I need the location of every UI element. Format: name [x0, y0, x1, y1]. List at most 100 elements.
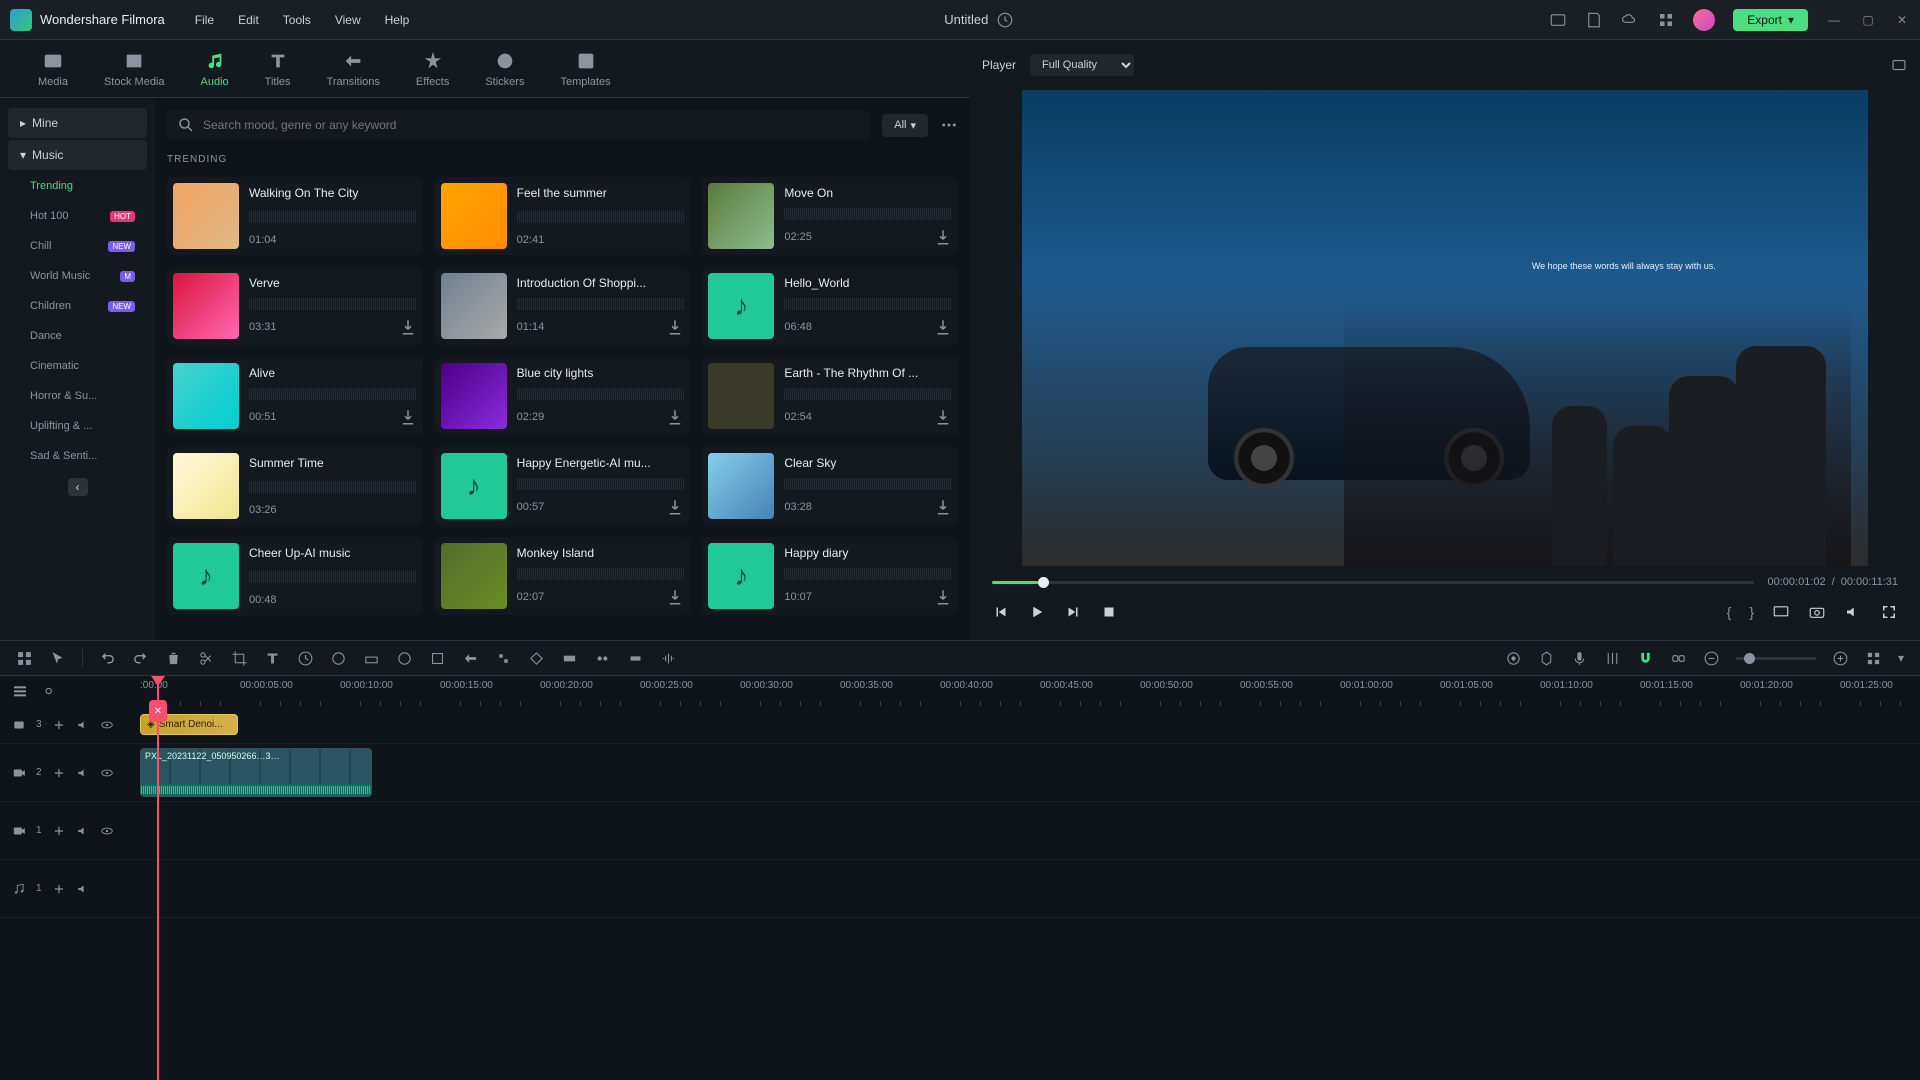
tool-b-icon[interactable] — [429, 650, 446, 667]
download-icon[interactable] — [666, 408, 684, 426]
audio-wave-icon[interactable] — [660, 650, 677, 667]
stop-icon[interactable] — [1100, 603, 1118, 621]
keyframe-icon[interactable] — [528, 650, 545, 667]
maximize-icon[interactable]: ▢ — [1860, 12, 1876, 28]
download-icon[interactable] — [934, 228, 952, 246]
frame-back-icon[interactable] — [992, 603, 1010, 621]
mark-in-icon[interactable]: { — [1727, 604, 1732, 620]
timeline-ruler[interactable]: :00:0000:00:05:0000:00:10:0000:00:15:000… — [140, 676, 1920, 706]
add-icon[interactable] — [52, 766, 66, 780]
sidebar-item-hot100[interactable]: Hot 100HOT — [8, 202, 147, 230]
visibility-icon[interactable] — [100, 824, 114, 838]
track-item[interactable]: Happy diary 10:07 — [702, 537, 958, 615]
tab-stock-media[interactable]: Stock Media — [86, 40, 183, 97]
layout-icon[interactable] — [1549, 11, 1567, 29]
tab-titles[interactable]: Titles — [247, 40, 309, 97]
mute-icon[interactable] — [76, 766, 90, 780]
tab-effects[interactable]: Effects — [398, 40, 467, 97]
search-input[interactable] — [203, 118, 860, 132]
track-item[interactable]: Verve 03:31 — [167, 267, 423, 345]
track-item[interactable]: Monkey Island 02:07 — [435, 537, 691, 615]
sidebar-item-world-music[interactable]: World MusicM — [8, 262, 147, 290]
tab-audio[interactable]: Audio — [183, 40, 247, 97]
view-mode-icon[interactable] — [1865, 650, 1882, 667]
zoom-out-icon[interactable] — [1703, 650, 1720, 667]
video-clip[interactable]: PXL_20231122_050950266…3… — [140, 748, 372, 797]
split-icon[interactable] — [198, 650, 215, 667]
download-icon[interactable] — [666, 588, 684, 606]
preview-viewport[interactable]: We hope these words will always stay wit… — [1022, 90, 1868, 566]
tool-a-icon[interactable] — [396, 650, 413, 667]
sidebar-item-dance[interactable]: Dance — [8, 322, 147, 350]
download-icon[interactable] — [934, 408, 952, 426]
track-manage-icon[interactable] — [12, 683, 28, 699]
mark-out-icon[interactable]: } — [1749, 604, 1754, 620]
redo-icon[interactable] — [132, 650, 149, 667]
export-button[interactable]: Export▾ — [1733, 9, 1808, 31]
search-box[interactable] — [167, 110, 870, 140]
grid-icon[interactable] — [16, 650, 33, 667]
zoom-slider[interactable] — [1736, 657, 1816, 660]
sidebar-item-chill[interactable]: ChillNEW — [8, 232, 147, 260]
visibility-icon[interactable] — [100, 766, 114, 780]
magnet-icon[interactable] — [1637, 650, 1654, 667]
tool-f-icon[interactable] — [594, 650, 611, 667]
more-options-icon[interactable] — [940, 116, 958, 134]
speed-icon[interactable] — [297, 650, 314, 667]
volume-icon[interactable] — [1844, 603, 1862, 621]
text-icon[interactable] — [264, 650, 281, 667]
download-icon[interactable] — [399, 318, 417, 336]
user-avatar[interactable] — [1693, 9, 1715, 31]
preview-seekbar[interactable] — [992, 581, 1754, 584]
sidebar-item-children[interactable]: ChildrenNEW — [8, 292, 147, 320]
crop-icon[interactable] — [231, 650, 248, 667]
close-icon[interactable]: ✕ — [1894, 12, 1910, 28]
sidebar-item-uplifting[interactable]: Uplifting & ... — [8, 412, 147, 440]
visibility-icon[interactable] — [100, 718, 114, 732]
frame-forward-icon[interactable] — [1064, 603, 1082, 621]
download-icon[interactable] — [934, 318, 952, 336]
tab-transitions[interactable]: Transitions — [309, 40, 398, 97]
track-item[interactable]: Feel the summer 02:41 — [435, 177, 691, 255]
track-item[interactable]: Summer Time 03:26 — [167, 447, 423, 525]
zoom-in-icon[interactable] — [1832, 650, 1849, 667]
pointer-icon[interactable] — [49, 650, 66, 667]
quality-select[interactable]: Full Quality — [1030, 54, 1134, 76]
tool-e-icon[interactable] — [561, 650, 578, 667]
tool-c-icon[interactable] — [462, 650, 479, 667]
download-icon[interactable] — [934, 498, 952, 516]
play-icon[interactable] — [1028, 603, 1046, 621]
cloud-sync-icon[interactable] — [996, 11, 1014, 29]
tab-media[interactable]: Media — [20, 40, 86, 97]
camera-icon[interactable] — [1808, 603, 1826, 621]
track-item[interactable]: Blue city lights 02:29 — [435, 357, 691, 435]
filter-all-dropdown[interactable]: All▾ — [882, 114, 928, 137]
sidebar-item-mine[interactable]: ▸Mine — [8, 108, 147, 138]
track-item[interactable]: Introduction Of Shoppi... 01:14 — [435, 267, 691, 345]
snapshot-settings-icon[interactable] — [1890, 56, 1908, 74]
adjust-icon[interactable] — [363, 650, 380, 667]
mute-icon[interactable] — [76, 882, 90, 896]
sidebar-collapse-icon[interactable]: ‹ — [68, 478, 88, 496]
menu-help[interactable]: Help — [385, 13, 410, 27]
sidebar-item-horror[interactable]: Horror & Su... — [8, 382, 147, 410]
menu-view[interactable]: View — [335, 13, 361, 27]
save-icon[interactable] — [1585, 11, 1603, 29]
menu-tools[interactable]: Tools — [283, 13, 311, 27]
download-icon[interactable] — [399, 408, 417, 426]
add-icon[interactable] — [52, 718, 66, 732]
sidebar-item-trending[interactable]: Trending — [8, 172, 147, 200]
track-item[interactable]: Move On 02:25 — [702, 177, 958, 255]
color-icon[interactable] — [330, 650, 347, 667]
menu-edit[interactable]: Edit — [238, 13, 259, 27]
apps-icon[interactable] — [1657, 11, 1675, 29]
download-icon[interactable] — [666, 498, 684, 516]
playhead[interactable] — [157, 676, 159, 1080]
cloud-icon[interactable] — [1621, 11, 1639, 29]
track-link-icon[interactable] — [40, 683, 56, 699]
download-icon[interactable] — [934, 588, 952, 606]
tool-g-icon[interactable] — [627, 650, 644, 667]
tab-stickers[interactable]: Stickers — [467, 40, 542, 97]
mic-icon[interactable] — [1571, 650, 1588, 667]
mixer-icon[interactable] — [1604, 650, 1621, 667]
